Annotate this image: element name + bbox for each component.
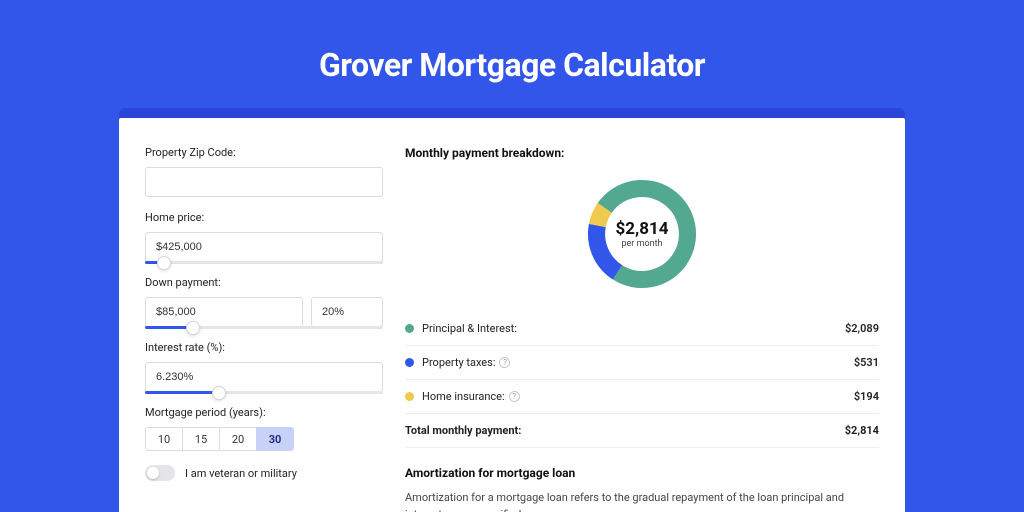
period-label: Mortgage period (years): <box>145 406 383 419</box>
page-title: Grover Mortgage Calculator <box>0 46 1024 84</box>
breakdown-legend: Principal & Interest: $2,089 Property ta… <box>405 312 879 448</box>
slider-thumb[interactable] <box>186 321 200 335</box>
slider-thumb[interactable] <box>157 256 171 270</box>
veteran-row: I am veteran or military <box>145 465 383 481</box>
legend-row-total: Total monthly payment: $2,814 <box>405 414 879 448</box>
dot-icon <box>405 324 414 333</box>
calculator-card: Property Zip Code: Home price: Down paym… <box>119 118 905 512</box>
donut-sub: per month <box>621 239 662 249</box>
amortization-body: Amortization for a mortgage loan refers … <box>405 490 879 512</box>
home-price-label: Home price: <box>145 211 383 224</box>
interest-label: Interest rate (%): <box>145 341 383 354</box>
dot-icon <box>405 358 414 367</box>
legend-value: $531 <box>854 356 879 369</box>
info-icon[interactable]: ? <box>499 357 510 368</box>
dot-icon <box>405 392 414 401</box>
interest-slider[interactable] <box>145 391 383 394</box>
period-option-20[interactable]: 20 <box>219 427 257 451</box>
down-payment-group: Down payment: <box>145 276 383 327</box>
legend-row-insurance: Home insurance: ? $194 <box>405 380 879 414</box>
breakdown-panel: Monthly payment breakdown: $2,814 per mo… <box>405 146 879 512</box>
slider-thumb[interactable] <box>212 386 226 400</box>
breakdown-title: Monthly payment breakdown: <box>405 146 879 160</box>
period-option-30[interactable]: 30 <box>256 427 294 451</box>
period-option-10[interactable]: 10 <box>145 427 183 451</box>
interest-group: Interest rate (%): <box>145 341 383 392</box>
breakdown-donut: $2,814 per month <box>582 174 702 294</box>
donut-amount: $2,814 <box>616 219 669 239</box>
period-group: Mortgage period (years): 10 15 20 30 <box>145 406 383 451</box>
legend-value: $2,089 <box>845 322 879 335</box>
legend-value: $2,814 <box>845 424 879 437</box>
info-icon[interactable]: ? <box>509 391 520 402</box>
legend-value: $194 <box>854 390 879 403</box>
inputs-panel: Property Zip Code: Home price: Down paym… <box>145 146 383 512</box>
home-price-input[interactable] <box>145 232 383 262</box>
home-price-group: Home price: <box>145 211 383 262</box>
amortization-title: Amortization for mortgage loan <box>405 466 879 480</box>
veteran-toggle[interactable] <box>145 465 175 481</box>
zip-label: Property Zip Code: <box>145 146 383 159</box>
zip-input[interactable] <box>145 167 383 197</box>
period-option-15[interactable]: 15 <box>182 427 220 451</box>
zip-group: Property Zip Code: <box>145 146 383 197</box>
veteran-label: I am veteran or military <box>185 467 297 480</box>
card-shadow: Property Zip Code: Home price: Down paym… <box>119 108 905 512</box>
period-segmented: 10 15 20 30 <box>145 427 383 451</box>
down-payment-slider[interactable] <box>145 326 383 329</box>
down-payment-pct-input[interactable] <box>311 297 383 327</box>
down-payment-label: Down payment: <box>145 276 383 289</box>
legend-row-taxes: Property taxes: ? $531 <box>405 346 879 380</box>
legend-row-principal: Principal & Interest: $2,089 <box>405 312 879 346</box>
down-payment-input[interactable] <box>145 297 303 327</box>
home-price-slider[interactable] <box>145 261 383 264</box>
interest-input[interactable] <box>145 362 383 392</box>
amortization-section: Amortization for mortgage loan Amortizat… <box>405 466 879 512</box>
